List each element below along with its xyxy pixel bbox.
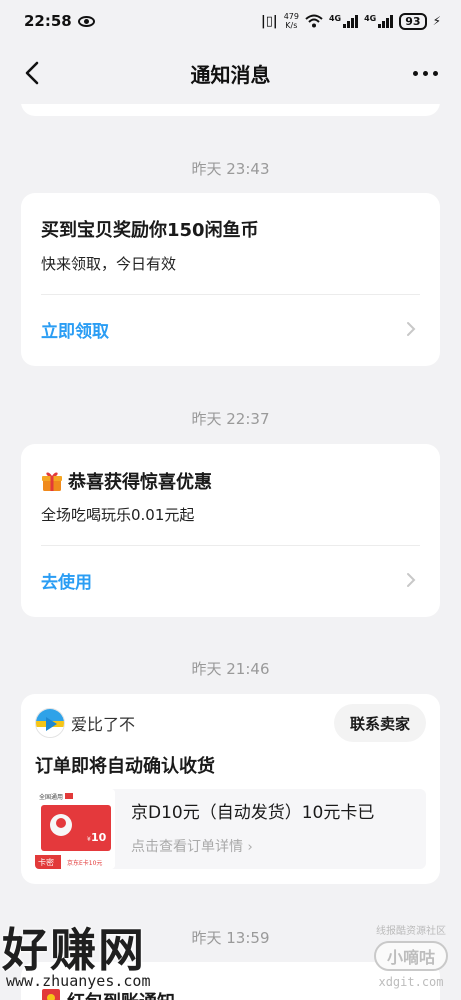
message-feed[interactable]: 昨天 23:43 买到宝贝奖励你150闲鱼币 快来领取，今日有效 立即领取 昨天… bbox=[0, 104, 461, 1000]
status-time: 22:58 bbox=[24, 12, 72, 30]
divider bbox=[41, 294, 420, 295]
chevron-right-icon: › bbox=[247, 840, 253, 855]
message-title: 买到宝贝奖励你150闲鱼币 bbox=[41, 220, 259, 241]
message-timestamp: 昨天 22:37 bbox=[191, 410, 270, 428]
more-options-icon[interactable] bbox=[413, 64, 441, 82]
order-product-row[interactable]: 全国通用 10 ¥ 卡密 京东E卡10元 京D10元（自动发货）10元卡已 点击… bbox=[35, 789, 426, 869]
thumb-badge: 卡密 bbox=[38, 857, 54, 867]
order-title: 订单即将自动确认收货 bbox=[35, 756, 215, 777]
product-name: 京D10元（自动发货）10元卡已 bbox=[131, 803, 375, 823]
contact-seller-label: 联系卖家 bbox=[349, 714, 410, 733]
reward-message-card[interactable]: 买到宝贝奖励你150闲鱼币 快来领取，今日有效 立即领取 bbox=[21, 193, 440, 366]
wifi-icon bbox=[305, 14, 323, 28]
claim-now-link[interactable]: 立即领取 bbox=[41, 317, 109, 342]
shop-name[interactable]: 爱比了不 bbox=[71, 711, 135, 735]
jd-card-image: 全国通用 10 ¥ 卡密 京东E卡10元 bbox=[35, 789, 115, 869]
message-timestamp: 昨天 21:46 bbox=[191, 660, 270, 678]
vibrate-icon: |▯| bbox=[261, 13, 278, 29]
status-bar: 22:58 |▯| 479 K/s 4G 4G 93 ⚡ bbox=[0, 0, 461, 42]
use-now-link[interactable]: 去使用 bbox=[41, 568, 92, 593]
product-thumbnail: 全国通用 10 ¥ 卡密 京东E卡10元 bbox=[35, 789, 115, 869]
gift-icon bbox=[42, 472, 62, 491]
signal-icon: 4G bbox=[329, 14, 359, 28]
previous-message-card[interactable] bbox=[21, 104, 440, 116]
watermark-domain: xdgit.com bbox=[378, 975, 444, 989]
shop-logo-icon bbox=[36, 709, 64, 737]
message-subtitle: 快来领取，今日有效 bbox=[41, 255, 177, 273]
shop-avatar[interactable] bbox=[35, 708, 65, 738]
message-subtitle: 全场吃喝玩乐0.01元起 bbox=[41, 506, 195, 524]
contact-seller-button[interactable]: 联系卖家 bbox=[333, 704, 426, 742]
svg-text:¥: ¥ bbox=[87, 836, 91, 843]
eye-icon bbox=[77, 15, 95, 27]
view-order-details-label: 点击查看订单详情 bbox=[131, 839, 243, 855]
watermark-logo-text: 好赚网 bbox=[2, 923, 146, 977]
nav-bar: 通知消息 bbox=[0, 42, 461, 104]
thumb-card-value: 10 bbox=[91, 831, 107, 844]
watermark-url: www.zhuanyes.com bbox=[6, 972, 151, 990]
watermark-left: 好赚网 www.zhuanyes.com bbox=[0, 914, 200, 1000]
order-message-card[interactable]: 爱比了不 联系卖家 订单即将自动确认收货 全国通用 10 ¥ 卡密 京东E卡10… bbox=[21, 694, 440, 884]
message-title: 恭喜获得惊喜优惠 bbox=[68, 472, 212, 493]
chevron-right-icon bbox=[407, 573, 416, 587]
divider bbox=[41, 545, 420, 546]
message-timestamp: 昨天 23:43 bbox=[191, 160, 270, 178]
charging-icon: ⚡ bbox=[432, 14, 441, 28]
battery-level: 93 bbox=[399, 12, 427, 30]
view-order-details-link[interactable]: 点击查看订单详情 › bbox=[131, 836, 253, 856]
network-speed: 479 K/s bbox=[283, 12, 299, 30]
back-arrow-icon[interactable] bbox=[22, 61, 44, 85]
coupon-message-card[interactable]: 恭喜获得惊喜优惠 全场吃喝玩乐0.01元起 去使用 bbox=[21, 444, 440, 617]
thumb-caption: 京东E卡10元 bbox=[67, 859, 102, 867]
thumb-brand: 全国通用 bbox=[39, 793, 63, 801]
signal-icon-2: 4G bbox=[364, 14, 394, 28]
watermark-right: 线报酷资源社区 小嘀咕 xdgit.com bbox=[367, 922, 455, 996]
watermark-caption: 线报酷资源社区 bbox=[376, 926, 446, 937]
page-title: 通知消息 bbox=[190, 62, 271, 87]
chevron-right-icon bbox=[407, 322, 416, 336]
watermark-badge: 小嘀咕 bbox=[374, 941, 448, 971]
status-indicators: |▯| 479 K/s 4G 4G 93 ⚡ bbox=[261, 12, 441, 30]
